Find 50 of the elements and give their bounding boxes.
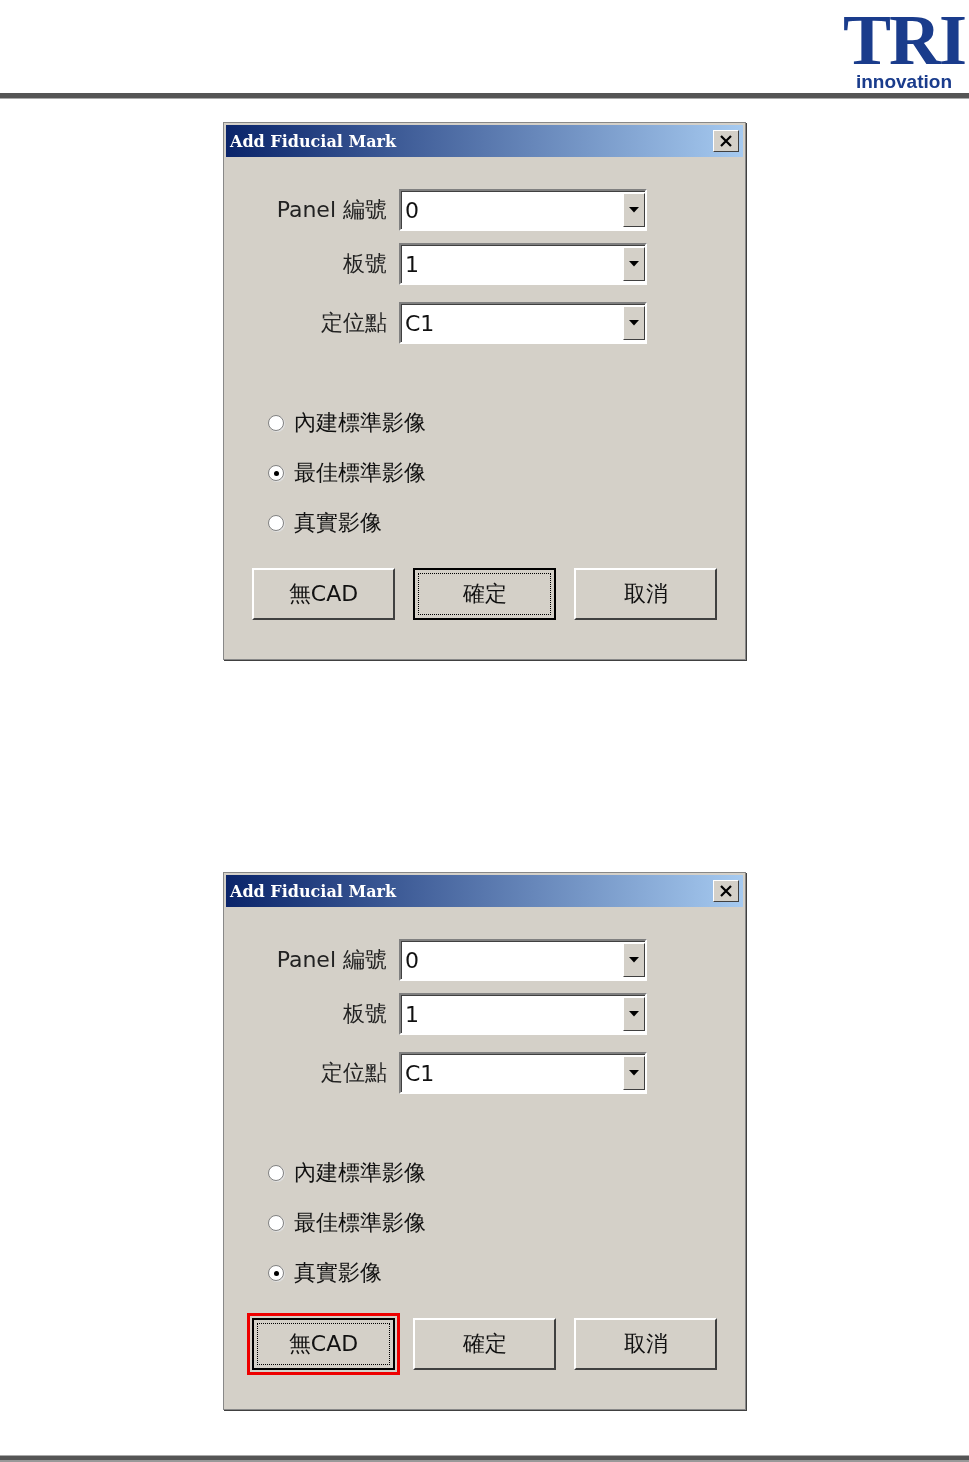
dialog-button[interactable]: 無CAD [252,1318,395,1370]
dropdown-button[interactable] [623,943,645,977]
dropdown-button[interactable] [623,306,645,340]
caret-icon [629,1011,639,1017]
dropdown-button[interactable] [623,997,645,1031]
option-label: 真實影像 [294,1259,382,1287]
field-label: 定位點 [320,309,387,337]
dialog-button[interactable]: 取消 [574,568,717,620]
caret-icon [629,261,639,267]
window-title: Add Fiducial Mark [230,131,397,151]
caret-icon [629,207,639,213]
combo-box[interactable]: 1 [399,243,647,285]
caret-icon [629,1070,639,1076]
dialog-button[interactable]: 確定 [413,568,556,620]
field-label: Panel 編號 [275,196,387,224]
logo-mark: TRI [842,9,965,71]
combo-box[interactable]: 0 [399,189,647,231]
radio-button[interactable] [268,415,284,431]
combo-box[interactable]: C1 [399,1052,647,1094]
dropdown-button[interactable] [623,247,645,281]
combo-box[interactable]: C1 [399,302,647,344]
option-label: 最佳標準影像 [294,1209,426,1237]
dialog-button[interactable]: 確定 [413,1318,556,1370]
close-button[interactable] [713,130,739,152]
dropdown-button[interactable] [623,193,645,227]
caret-icon [629,957,639,963]
field-label: Panel 編號 [275,946,387,974]
radio-button[interactable] [268,1215,284,1231]
field-label: 板號 [342,1000,387,1028]
option-label: 內建標準影像 [294,1159,426,1187]
field-label: 板號 [342,250,387,278]
option-label: 內建標準影像 [294,409,426,437]
caret-icon [629,320,639,326]
radio-button[interactable] [268,515,284,531]
window-title: Add Fiducial Mark [230,881,397,901]
logo-tagline: innovation [855,71,952,93]
radio-button[interactable] [268,465,284,481]
option-label: 最佳標準影像 [294,459,426,487]
radio-button[interactable] [268,1265,284,1281]
radio-button[interactable] [268,1165,284,1181]
dialog-button[interactable]: 取消 [574,1318,717,1370]
field-label: 定位點 [320,1059,387,1087]
dialog-button[interactable]: 無CAD [252,568,395,620]
option-label: 真實影像 [294,509,382,537]
combo-box[interactable]: 0 [399,939,647,981]
dropdown-button[interactable] [623,1056,645,1090]
close-button[interactable] [713,880,739,902]
close-icon [719,135,733,147]
close-icon [719,885,733,897]
combo-box[interactable]: 1 [399,993,647,1035]
